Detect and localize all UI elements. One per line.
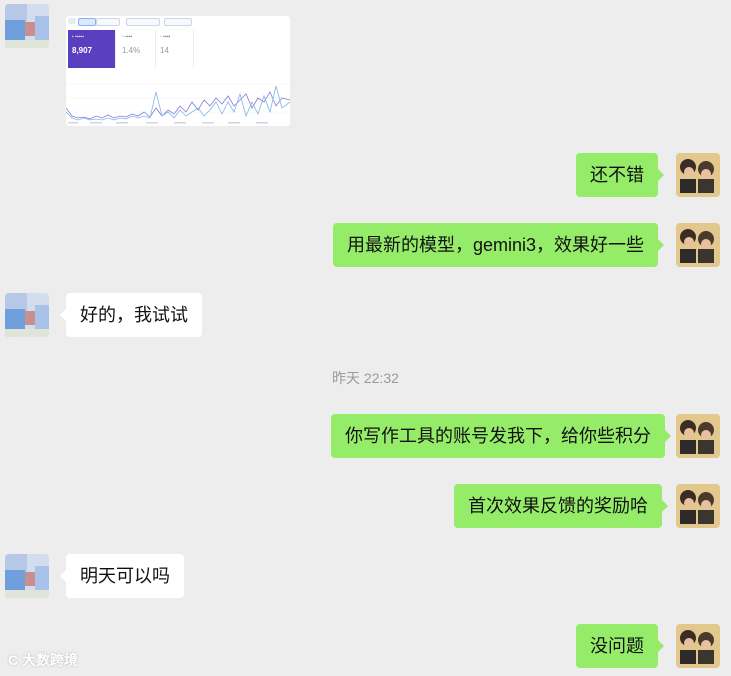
chat-window: ▪ ▪▪▪▪▪ 8,907 ▫ ▪▪▪▪ 1.4% ▫ ▪▪▪▪ 14 还不错 … [0,0,731,676]
my-avatar[interactable] [676,624,720,668]
metric-value: 1.4% [122,46,141,55]
contact-avatar[interactable] [5,293,49,337]
my-avatar[interactable] [676,223,720,267]
message-text: 还不错 [590,165,644,185]
message-bubble-sent[interactable]: 用最新的模型，gemini3，效果好一些 [333,223,665,267]
message-text: 首次效果反馈的奖励哈 [468,496,648,516]
metric-value: 8,907 [72,46,93,55]
message-text: 你写作工具的账号发我下，给你些积分 [345,426,651,446]
message-bubble-sent[interactable]: 没问题 [576,624,664,668]
metric-value: 14 [160,46,169,55]
message-bubble-received[interactable]: 明天可以吗 [60,554,184,598]
message-bubble-sent[interactable]: 首次效果反馈的奖励哈 [454,484,668,528]
my-avatar[interactable] [676,484,720,528]
watermark-logo: C 大数跨境 [8,652,78,668]
message-text: 明天可以吗 [80,566,170,586]
mini-tab-active [78,18,96,26]
message-bubble-received[interactable]: 好的，我试试 [60,293,202,337]
my-avatar[interactable] [676,153,720,197]
message-bubble-sent[interactable]: 还不错 [576,153,664,197]
contact-avatar[interactable] [5,554,49,598]
metric-card: ▫ ▪▪▪▪ 1.4% [118,30,156,68]
message-bubble-sent[interactable]: 你写作工具的账号发我下，给你些积分 [331,414,671,458]
mini-tab [126,18,160,26]
message-text: 没问题 [590,636,644,656]
mini-tab [96,18,120,26]
message-text: 用最新的模型，gemini3，效果好一些 [347,235,645,255]
contact-avatar[interactable] [5,4,49,48]
metric-card: ▪ ▪▪▪▪▪ 8,907 [68,30,116,68]
mini-tab [164,18,192,26]
message-text: 好的，我试试 [80,305,188,325]
my-avatar[interactable] [676,414,720,458]
metric-card: ▫ ▪▪▪▪ 14 [156,30,194,68]
mini-tab-bar [66,18,290,26]
shared-screenshot-image[interactable]: ▪ ▪▪▪▪▪ 8,907 ▫ ▪▪▪▪ 1.4% ▫ ▪▪▪▪ 14 [66,16,290,126]
mini-line-chart [66,83,290,124]
mini-tab [68,18,76,24]
message-timestamp: 昨天 22:32 [332,370,399,386]
